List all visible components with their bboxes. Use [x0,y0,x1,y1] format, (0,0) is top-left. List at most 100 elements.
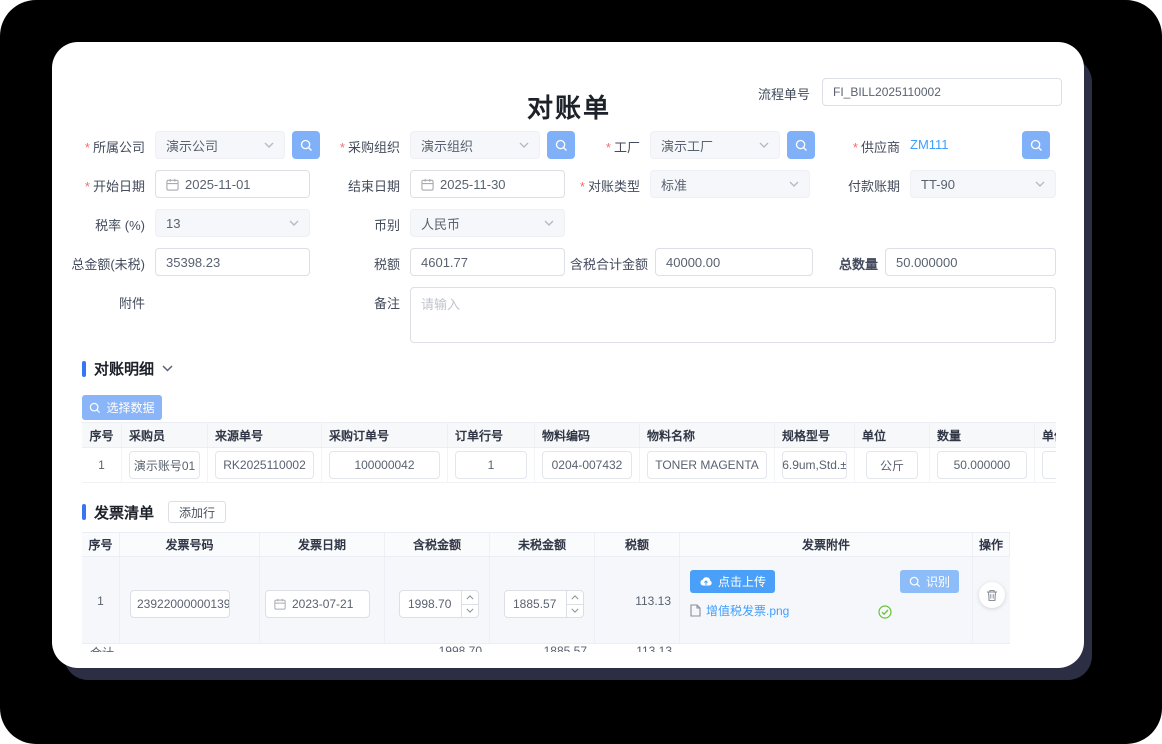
col-buyer: 采购员 [122,423,208,447]
factory-search-button[interactable] [787,131,815,159]
factory-select[interactable]: 演示工厂 [650,131,780,159]
buyer-input[interactable]: 演示账号01 [129,451,200,479]
company-label: *所属公司 [52,137,145,156]
search-icon [300,139,313,152]
detail-table-header-row: 序号 采购员 来源单号 采购订单号 订单行号 物料编码 物料名称 规格型号 单位… [82,422,1056,448]
upload-button[interactable]: 点击上传 [690,570,775,593]
calendar-icon [421,178,434,191]
stepper-up-icon[interactable] [462,591,478,605]
select-data-button[interactable]: 选择数据 [82,395,162,420]
stepper-up-icon[interactable] [567,591,583,605]
invoice-table-row: 1 23922000000139 2023-07-21 [82,557,1010,644]
invoice-no-input[interactable]: 23922000000139 [130,590,230,618]
material-code-input[interactable]: 0204-007432 [542,451,632,479]
chevron-down-icon [289,220,299,226]
total-qty-input[interactable]: 50.000000 [885,248,1056,276]
flow-no-value: FI_BILL2025110002 [833,85,941,99]
recognize-button-label: 识别 [926,573,950,590]
cloud-upload-icon [699,576,713,587]
spec-input[interactable]: 6.9um,Std.± [782,451,847,479]
amount-with-tax-stepper[interactable]: 1998.70 [399,590,479,618]
delete-row-button[interactable] [979,582,1005,608]
file-icon [690,604,701,617]
remark-placeholder: 请输入 [421,297,460,312]
qty-input[interactable]: 50.000000 [937,451,1027,479]
select-data-label: 选择数据 [106,399,154,416]
purchase-org-select[interactable]: 演示组织 [410,131,540,159]
factory-label: *工厂 [552,137,640,156]
required-marker: * [85,179,90,194]
purchase-org-label: *采购组织 [312,137,400,156]
stepper-down-icon[interactable] [462,605,478,618]
end-date-value: 2025-11-30 [440,177,506,192]
po-no-input[interactable]: 100000042 [329,451,440,479]
company-select[interactable]: 演示公司 [155,131,285,159]
upload-success-icon [878,605,892,619]
recognize-button[interactable]: 识别 [900,570,959,593]
stepper-down-icon[interactable] [567,605,583,618]
total-amount-with-tax: 1998.70 [385,644,490,652]
col-no: 序号 [82,423,122,447]
bill-type-value: 标准 [661,175,687,194]
add-row-button[interactable]: 添加行 [168,501,226,523]
remark-label: 备注 [312,293,400,312]
supplier-value-link[interactable]: ZM111 [910,137,949,152]
bill-type-select[interactable]: 标准 [650,170,810,198]
supplier-search-button[interactable] [1022,131,1050,159]
search-icon [1030,139,1043,152]
end-date-input[interactable]: 2025-11-30 [410,170,565,198]
chevron-down-icon [759,142,769,148]
col-price: 单价 [1035,423,1056,447]
currency-select[interactable]: 人民币 [410,209,565,237]
col-source-no: 来源单号 [208,423,322,447]
detail-section-header: 对账明细 [82,358,1056,379]
total-amount-untaxed: 1885.57 [490,644,595,652]
invoice-total-row: 合计 1998.70 1885.57 113.13 [82,644,1010,652]
invoice-section-header: 发票清单 添加行 [82,501,1056,523]
required-marker: * [340,140,345,155]
start-date-input[interactable]: 2025-11-01 [155,170,310,198]
tax-value: 113.13 [635,594,671,608]
chevron-down-icon [264,142,274,148]
start-date-label: *开始日期 [52,176,145,195]
detail-section-title: 对账明细 [94,358,154,379]
source-no-input[interactable]: RK2025110002 [215,451,314,479]
col-attachment: 发票附件 [680,533,973,556]
col-po-no: 采购订单号 [322,423,448,447]
attachment-label: 附件 [52,293,145,312]
price-input[interactable] [1042,451,1056,479]
calendar-icon [274,598,286,610]
remark-textarea[interactable]: 请输入 [410,287,1056,343]
company-value: 演示公司 [166,136,218,155]
amount-untaxed-stepper[interactable]: 1885.57 [504,590,584,618]
tax-rate-value: 13 [166,216,180,231]
tax-amount-label: 税额 [312,254,400,273]
total-qty-label: 总数量 [790,254,878,273]
total-with-tax-label: 含税合计金额 [552,254,648,273]
col-line-no: 订单行号 [448,423,535,447]
col-amount-with-tax: 含税金额 [385,533,490,556]
upload-button-label: 点击上传 [718,573,766,590]
material-name-input[interactable]: TONER MAGENTA [647,451,767,479]
detail-table-row: 1 演示账号01 RK2025110002 100000042 1 0204-0… [82,448,1056,483]
flow-no-input[interactable]: FI_BILL2025110002 [822,78,1062,106]
line-no-input[interactable]: 1 [455,451,527,479]
row-no: 1 [98,458,105,472]
col-tax: 税额 [595,533,680,556]
attachment-file-link[interactable]: 增值税发票.png [690,602,789,619]
col-qty: 数量 [930,423,1035,447]
currency-label: 币别 [312,215,400,234]
collapse-chevron-icon[interactable] [162,365,173,372]
detail-table: 序号 采购员 来源单号 采购订单号 订单行号 物料编码 物料名称 规格型号 单位… [82,422,1056,483]
invoice-date-input[interactable]: 2023-07-21 [265,590,370,618]
chevron-down-icon [1035,181,1045,187]
col-invoice-no: 发票号码 [120,533,260,556]
tax-rate-select[interactable]: 13 [155,209,310,237]
page: 对账单 流程单号 FI_BILL2025110002 *所属公司 演示公司 *采… [0,0,1162,744]
trash-icon [986,589,998,602]
factory-value: 演示工厂 [661,136,713,155]
payment-term-select[interactable]: TT-90 [910,170,1056,198]
tax-amount-input[interactable]: 4601.77 [410,248,565,276]
unit-input[interactable]: 公斤 [866,451,918,479]
total-untaxed-input[interactable]: 35398.23 [155,248,310,276]
